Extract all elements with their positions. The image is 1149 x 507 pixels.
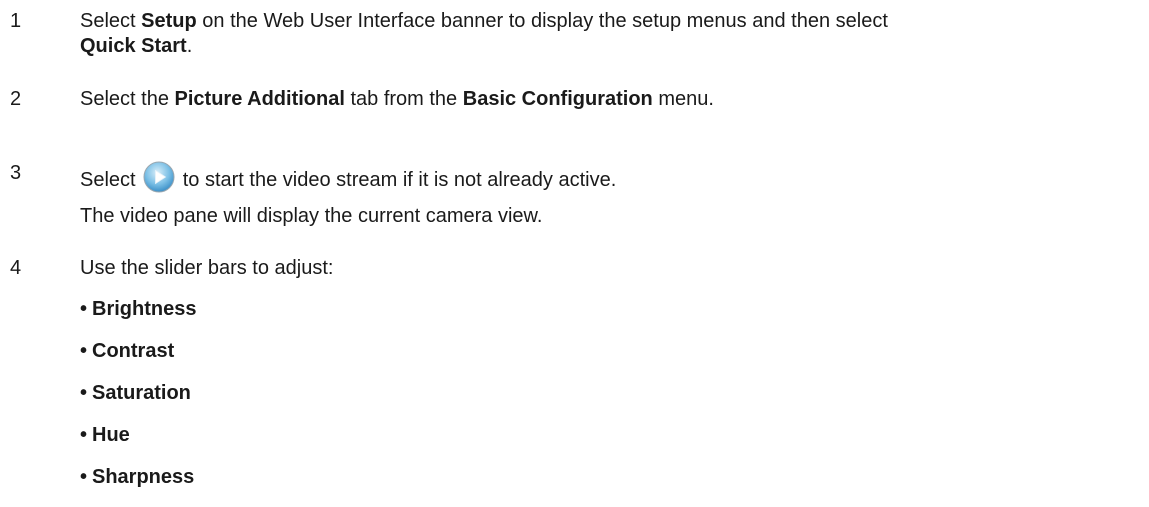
step-text: Use the slider bars to adjust: — [80, 257, 334, 279]
menu-label-quick-start: Quick Start — [80, 35, 187, 57]
bullet-label: Hue — [92, 424, 130, 446]
bullet-label: Saturation — [92, 382, 191, 404]
list-item: • Saturation — [80, 381, 196, 423]
list-item: • Sharpness — [80, 465, 196, 507]
tab-label-picture-additional: Picture Additional — [174, 88, 345, 110]
menu-label-setup: Setup — [141, 10, 197, 32]
bullet: • — [80, 382, 88, 404]
bullet: • — [80, 466, 88, 488]
text-segment: Select the — [80, 88, 175, 110]
play-icon — [143, 161, 175, 193]
text-segment: on the Web User Interface banner to disp… — [196, 10, 888, 32]
step-note: The video pane will display the current … — [80, 205, 543, 227]
bullet-label: Contrast — [92, 340, 175, 362]
text-segment: menu. — [652, 88, 714, 110]
adjustment-list: • Brightness • Contrast • Saturation • Hue •… — [80, 297, 196, 507]
menu-label-basic-configuration: Basic Configuration — [462, 88, 653, 110]
list-item: • Contrast — [80, 339, 196, 381]
step-text: Select Setup on the Web User Interface b… — [80, 9, 1140, 59]
text-segment: . — [186, 35, 193, 57]
list-item: • Brightness — [80, 297, 196, 339]
text-segment: Select — [80, 10, 142, 32]
step-number: 1 — [10, 10, 22, 32]
text-segment: to start the video stream if it is not a… — [182, 169, 617, 191]
bullet-label: Sharpness — [92, 466, 195, 488]
step-text: Select to start the video stream if it i… — [80, 161, 1140, 193]
list-item: • Hue — [80, 423, 196, 465]
step-number: 2 — [10, 88, 22, 110]
step-number: 4 — [10, 257, 22, 279]
step-number: 3 — [10, 162, 22, 184]
bullet: • — [80, 340, 88, 362]
bullet: • — [80, 298, 88, 320]
text-segment: Select — [80, 169, 136, 191]
bullet-label: Brightness — [92, 298, 197, 320]
bullet: • — [80, 424, 88, 446]
step-text: Select the Picture Additional tab from t… — [80, 87, 1140, 112]
text-segment: tab from the — [344, 88, 463, 110]
